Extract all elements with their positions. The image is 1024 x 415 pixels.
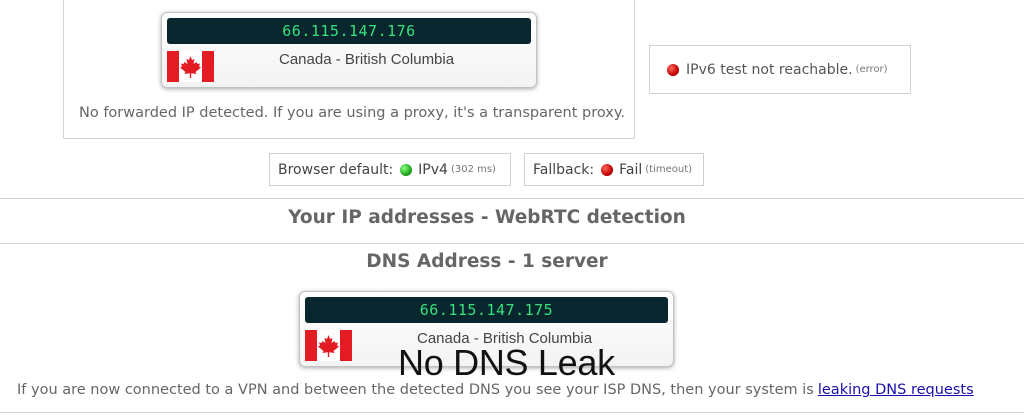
section-divider <box>0 243 1024 244</box>
dns-leak-note: If you are now connected to a VPN and be… <box>17 382 974 398</box>
section-divider <box>0 198 1024 199</box>
dns-address: 66.115.147.175 <box>305 297 668 323</box>
ipv6-status: IPv6 test not reachable. <box>686 61 853 78</box>
ipv6-panel: IPv6 test not reachable. (error) <box>649 45 911 94</box>
error-status-icon <box>667 63 679 76</box>
success-status-icon <box>400 163 413 176</box>
fail-status-icon <box>601 163 614 176</box>
dns-leak-note-text: If you are now connected to a VPN and be… <box>17 382 814 398</box>
ipv4-address: 66.115.147.176 <box>167 18 531 44</box>
fallback-detail: (timeout) <box>645 164 693 175</box>
section-divider <box>0 412 1024 413</box>
ipv4-address-card: 66.115.147.176 Canada - British Columbia <box>161 12 537 88</box>
browser-default-label: Browser default: <box>278 161 394 178</box>
leaking-dns-link[interactable]: leaking DNS requests <box>818 382 974 398</box>
dns-heading: DNS Address - 1 server <box>366 251 608 272</box>
forwarded-ip-note: No forwarded IP detected. If you are usi… <box>79 105 625 121</box>
fallback-value: Fail <box>619 161 643 178</box>
no-dns-leak-caption: No DNS Leak <box>398 342 615 383</box>
webrtc-heading: Your IP addresses - WebRTC detection <box>288 207 686 228</box>
fallback-badge: Fallback: Fail (timeout) <box>524 153 704 186</box>
browser-default-value: IPv4 <box>418 161 448 178</box>
canada-flag-icon <box>167 51 214 82</box>
ipv4-location: Canada - British Columbia <box>279 51 455 68</box>
canada-flag-icon <box>305 330 352 361</box>
ipv6-status-detail: (error) <box>855 64 888 75</box>
browser-default-detail: (302 ms) <box>450 164 496 175</box>
fallback-label: Fallback: <box>533 161 595 178</box>
browser-default-badge: Browser default: IPv4 (302 ms) <box>269 153 511 186</box>
